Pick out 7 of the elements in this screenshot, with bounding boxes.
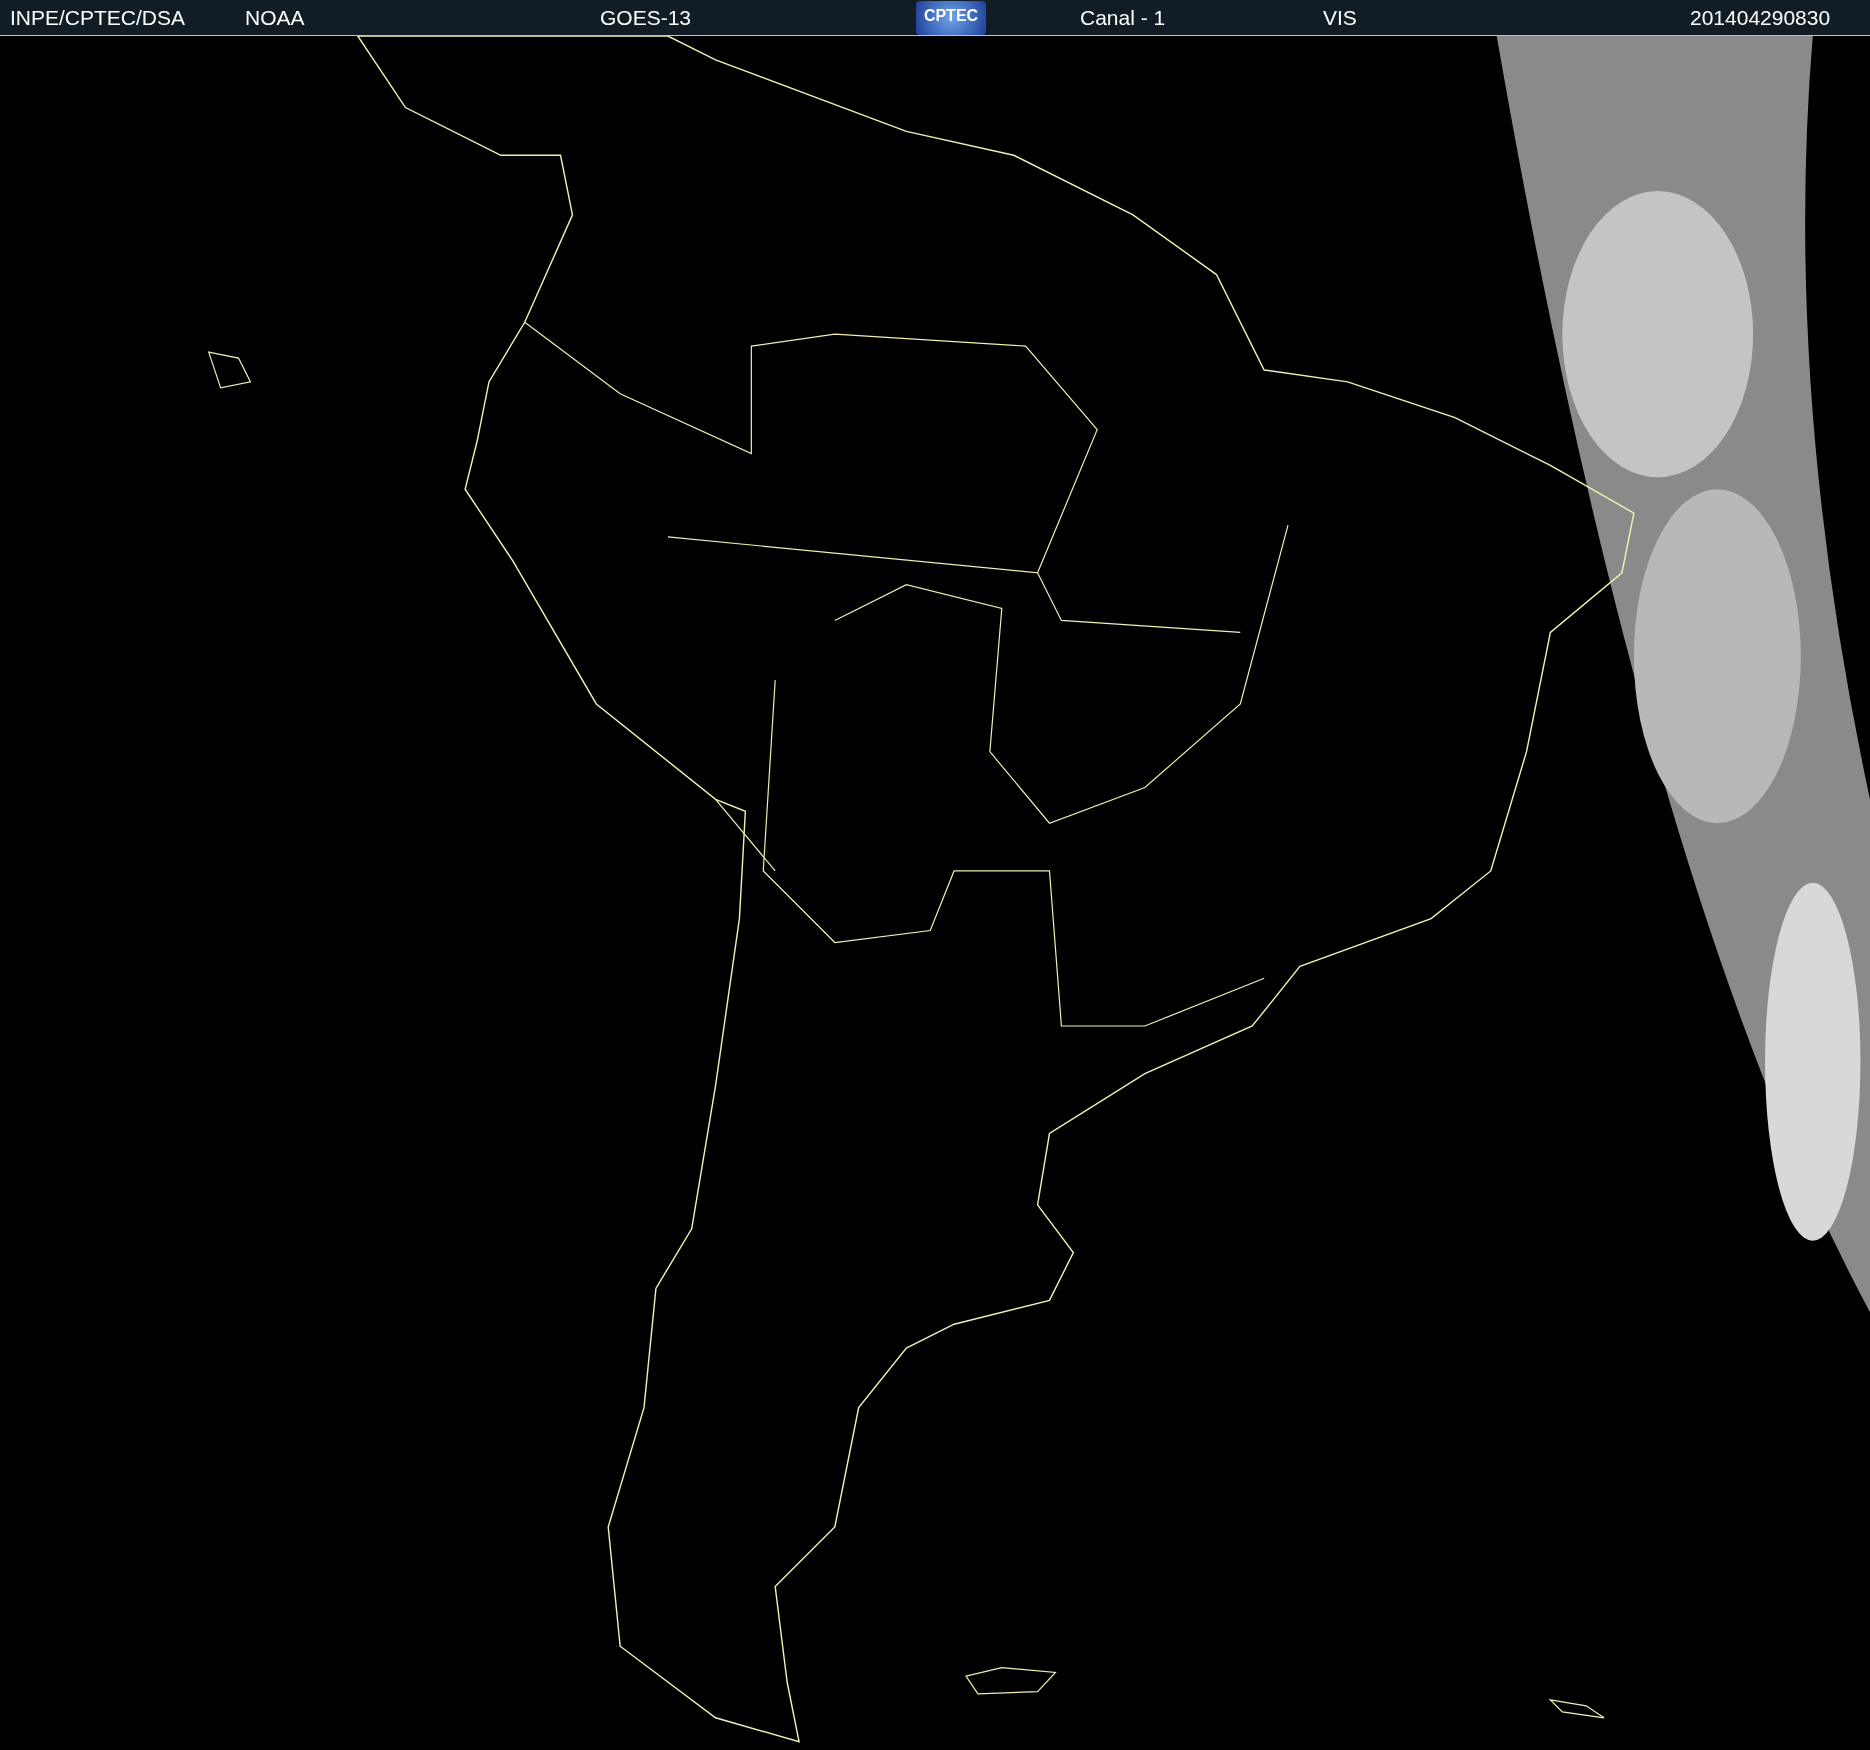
header-label: NOAA (245, 5, 305, 31)
header-label: 201404290830 (1690, 5, 1831, 31)
header-label: GOES-13 (600, 5, 692, 31)
header-label: INPE/CPTEC/DSA (10, 5, 186, 31)
cptec-logo: CPTEC (916, 1, 986, 35)
header-label: VIS (1323, 5, 1357, 31)
header-label: Canal - 1 (1080, 5, 1166, 31)
